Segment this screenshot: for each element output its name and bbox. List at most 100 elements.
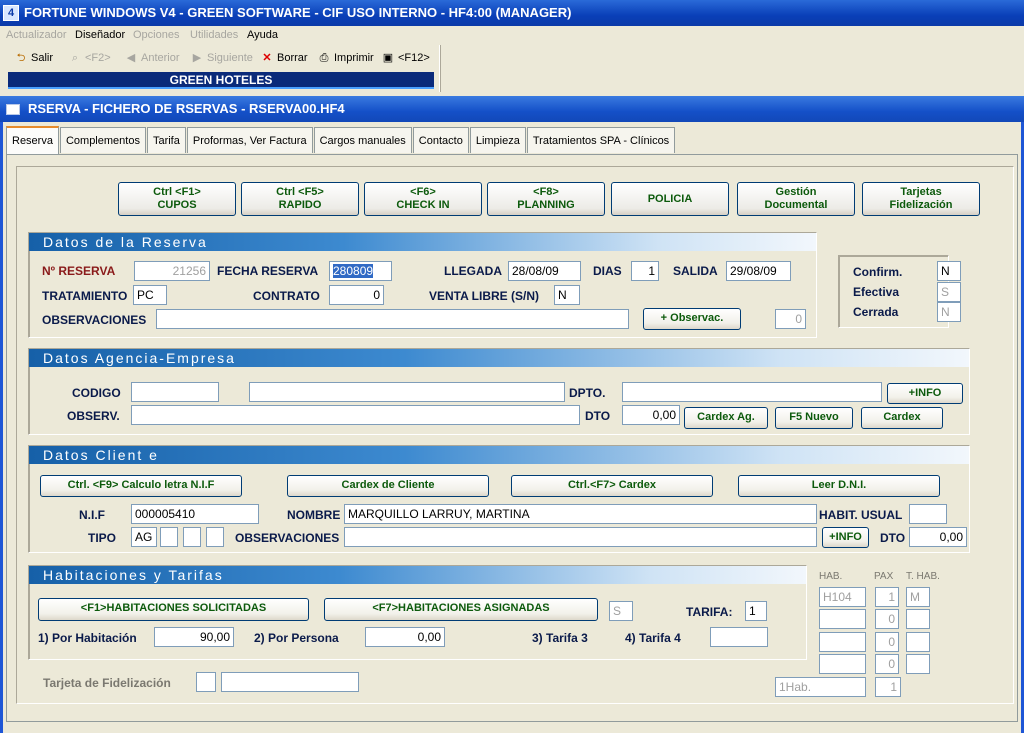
tarjetas-line2: Fidelización	[889, 199, 953, 211]
tab-limpieza[interactable]: Limpieza	[469, 127, 526, 153]
llegada-field[interactable]: 28/08/09	[508, 261, 581, 281]
cliente-observaciones-field[interactable]	[344, 527, 817, 547]
room-pax-cell[interactable]: 0	[875, 632, 899, 652]
policia-button[interactable]: POLICIA	[611, 182, 729, 216]
cardex-cliente-button[interactable]: Cardex de Cliente	[287, 475, 489, 497]
menu-actualizador[interactable]: Actualizador	[6, 29, 67, 41]
dpto-field[interactable]	[622, 382, 882, 402]
cardex-ag-button[interactable]: Cardex Ag.	[684, 407, 768, 429]
f5-nuevo-button[interactable]: F5 Nuevo	[775, 407, 853, 429]
menu-utilidades[interactable]: Utilidades	[190, 29, 238, 41]
confirm-field[interactable]: N	[937, 261, 961, 281]
cupos-label: CUPOS	[157, 199, 197, 211]
room-thab-cell[interactable]	[906, 632, 930, 652]
tipo-field[interactable]: AG	[131, 527, 157, 547]
anterior-button[interactable]: ◀ Anterior	[124, 51, 180, 65]
cliente-observaciones-label: OBSERVACIONES	[235, 531, 340, 545]
dias-label: DIAS	[593, 264, 622, 278]
planning-button[interactable]: <F8> PLANNING	[487, 182, 605, 216]
dpto-label: DPTO.	[569, 386, 606, 400]
fecha-reserva-value: 280809	[333, 264, 374, 278]
agencia-dto-field[interactable]: 0,00	[622, 405, 680, 425]
checkin-button[interactable]: <F6> CHECK IN	[364, 182, 482, 216]
tipo-field-3[interactable]	[183, 527, 201, 547]
por-habitacion-field[interactable]: 90,00	[154, 627, 234, 647]
add-observacion-button[interactable]: + Observac.	[643, 308, 741, 330]
observaciones-field[interactable]	[156, 309, 629, 329]
room-thab-cell[interactable]	[906, 654, 930, 674]
cliente-info-button[interactable]: +INFO	[822, 527, 869, 548]
cupos-button[interactable]: Ctrl <F1> CUPOS	[118, 182, 236, 216]
dias-field[interactable]: 1	[631, 261, 659, 281]
fecha-reserva-field[interactable]: 280809	[329, 261, 392, 281]
tab-cargos[interactable]: Cargos manuales	[313, 127, 412, 153]
tab-proformas[interactable]: Proformas, Ver Factura	[186, 127, 313, 153]
room-thab-cell[interactable]	[906, 609, 930, 629]
habit-usual-label: HABIT. USUAL	[819, 508, 903, 522]
observ-field[interactable]	[131, 405, 580, 425]
tarifa4-field[interactable]	[710, 627, 768, 647]
habitaciones-asignadas-button[interactable]: <F7>HABITACIONES ASIGNADAS	[324, 598, 598, 621]
hab-column-header: HAB.	[819, 571, 843, 582]
borrar-button[interactable]: ✕ Borrar	[260, 51, 308, 65]
room-pax-cell[interactable]: 0	[875, 654, 899, 674]
cerrada-field[interactable]: N	[937, 302, 961, 322]
f2-button[interactable]: ⌕ <F2>	[68, 51, 111, 65]
room-hab-cell[interactable]	[819, 609, 866, 629]
venta-libre-field[interactable]: N	[554, 285, 580, 305]
menu-opciones[interactable]: Opciones	[133, 29, 179, 41]
menu-ayuda[interactable]: Ayuda	[247, 29, 278, 41]
menu-disenador[interactable]: Diseñador	[75, 29, 125, 41]
imprimir-button[interactable]: ⎙ Imprimir	[317, 51, 374, 65]
calculo-nif-button[interactable]: Ctrl. <F9> Calculo letra N.I.F	[40, 475, 242, 497]
cerrada-label: Cerrada	[853, 305, 899, 319]
cardex-button[interactable]: Cardex	[861, 407, 943, 429]
tarifa-field[interactable]: 1	[745, 601, 767, 621]
siguiente-button[interactable]: ▶ Siguiente	[190, 51, 253, 65]
salida-field[interactable]: 29/08/09	[726, 261, 791, 281]
tarjetas-fidelizacion-button[interactable]: Tarjetas Fidelización	[862, 182, 980, 216]
ctrl-f7-cardex-button[interactable]: Ctrl.<F7> Cardex	[511, 475, 713, 497]
tratamiento-field[interactable]: PC	[133, 285, 167, 305]
room-thab-cell[interactable]: M	[906, 587, 930, 607]
room-pax-cell[interactable]: 1	[875, 587, 899, 607]
gestion-documental-button[interactable]: Gestión Documental	[737, 182, 855, 216]
tab-contacto[interactable]: Contacto	[412, 127, 469, 153]
cliente-dto-label: DTO	[880, 531, 906, 545]
no-reserva-field[interactable]: 21256	[134, 261, 210, 281]
tarjeta-fidelizacion-check[interactable]	[196, 672, 216, 692]
checkin-key: <F6>	[410, 186, 436, 198]
leer-dni-button[interactable]: Leer D.N.I.	[738, 475, 940, 497]
por-habitacion-label: 1) Por Habitación	[38, 631, 137, 645]
tipo-field-4[interactable]	[206, 527, 224, 547]
room-hab-cell[interactable]: H104	[819, 587, 866, 607]
salir-button[interactable]: ⮌ Salir	[14, 51, 53, 65]
agencia-heading: Datos Agencia-Empresa	[29, 349, 969, 367]
room-hab-cell[interactable]	[819, 654, 866, 674]
tab-complementos[interactable]: Complementos	[59, 127, 146, 153]
tab-tratamientos[interactable]: Tratamientos SPA - Clínicos	[526, 127, 676, 153]
agencia-info-button[interactable]: +INFO	[887, 383, 963, 404]
cliente-dto-field[interactable]: 0,00	[909, 527, 967, 547]
efectiva-field[interactable]: S	[937, 282, 961, 302]
tarjeta-fidelizacion-field[interactable]	[221, 672, 359, 692]
contrato-field[interactable]: 0	[329, 285, 384, 305]
agencia-nombre-field[interactable]	[249, 382, 565, 402]
rapido-button[interactable]: Ctrl <F5> RAPIDO	[241, 182, 359, 216]
f12-button[interactable]: ▣ <F12>	[381, 51, 430, 65]
por-persona-field[interactable]: 0,00	[365, 627, 445, 647]
contrato-label: CONTRATO	[253, 289, 320, 303]
habit-usual-field[interactable]	[909, 504, 947, 524]
room-hab-cell[interactable]	[819, 632, 866, 652]
room-pax-cell[interactable]: 0	[875, 609, 899, 629]
tab-tarifa[interactable]: Tarifa	[146, 127, 186, 153]
nombre-field[interactable]: MARQUILLO LARRUY, MARTINA	[344, 504, 817, 524]
nif-field[interactable]: 000005410	[131, 504, 259, 524]
habitaciones-solicitadas-button[interactable]: <F1>HABITACIONES SOLICITADAS	[38, 598, 309, 621]
tipo-field-2[interactable]	[160, 527, 178, 547]
borrar-label: Borrar	[277, 52, 308, 64]
asignadas-status-field[interactable]: S	[609, 601, 633, 621]
codigo-field[interactable]	[131, 382, 219, 402]
tab-reserva[interactable]: Reserva	[6, 126, 59, 154]
efectiva-label: Efectiva	[853, 285, 900, 299]
